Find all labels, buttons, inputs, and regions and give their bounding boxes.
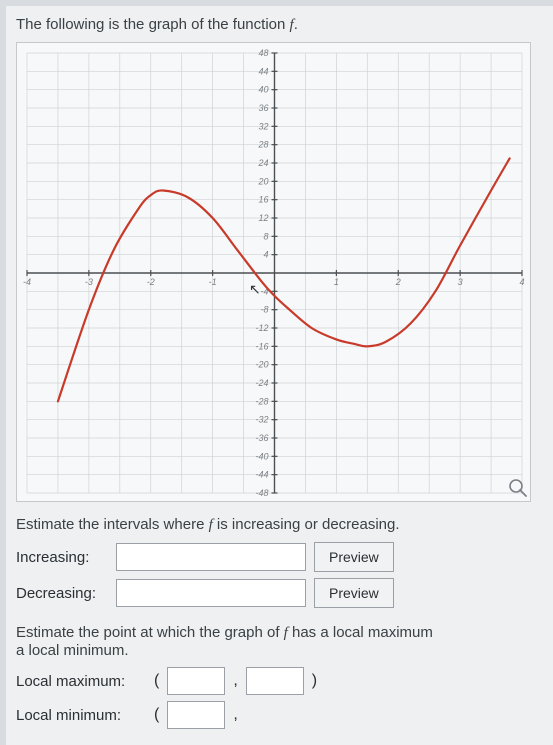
local-max-x-input[interactable] — [167, 667, 225, 695]
zoom-icon[interactable] — [510, 480, 526, 496]
function-graph: -4-3-2-11234-48-44-40-36-32-28-24-20-16-… — [16, 42, 531, 502]
prompt-text-post: . — [294, 16, 298, 33]
svg-text:20: 20 — [257, 176, 268, 186]
extrema-text-line2: a local minimum. — [16, 642, 129, 659]
svg-text:-36: -36 — [255, 433, 268, 443]
local-max-row: Local maximum: ( , ) — [16, 667, 549, 695]
local-min-x-input[interactable] — [167, 701, 225, 729]
svg-text:4: 4 — [263, 250, 268, 260]
extrema-section: Estimate the point at which the graph of… — [16, 624, 549, 729]
svg-text:2: 2 — [395, 277, 401, 287]
comma-max: , — [233, 672, 237, 690]
svg-text:4: 4 — [519, 277, 524, 287]
svg-text:-24: -24 — [255, 378, 268, 388]
graph-prompt: The following is the graph of the functi… — [16, 16, 549, 34]
svg-text:24: 24 — [257, 158, 268, 168]
decreasing-label: Decreasing: — [16, 585, 108, 602]
svg-text:8: 8 — [263, 231, 268, 241]
rparen-max: ) — [312, 672, 317, 690]
decreasing-input[interactable] — [116, 579, 306, 607]
svg-text:40: 40 — [258, 85, 268, 95]
worksheet-page: The following is the graph of the functi… — [6, 6, 553, 745]
local-max-label: Local maximum: — [16, 673, 146, 690]
intervals-text-pre: Estimate the intervals where — [16, 516, 209, 533]
svg-text:12: 12 — [258, 213, 268, 223]
svg-text:-4: -4 — [23, 277, 31, 287]
svg-text:-16: -16 — [255, 341, 268, 351]
svg-text:16: 16 — [258, 195, 268, 205]
svg-text:28: 28 — [257, 140, 268, 150]
local-min-label: Local minimum: — [16, 707, 146, 724]
svg-text:-1: -1 — [209, 277, 217, 287]
comma-min: , — [233, 706, 237, 724]
svg-text:36: 36 — [258, 103, 268, 113]
svg-text:48: 48 — [258, 48, 268, 58]
increasing-row: Increasing: Preview — [16, 542, 549, 572]
chart-svg: -4-3-2-11234-48-44-40-36-32-28-24-20-16-… — [17, 43, 532, 503]
intervals-question: Estimate the intervals where f is increa… — [16, 516, 549, 534]
local-max-y-input[interactable] — [246, 667, 304, 695]
svg-text:-2: -2 — [147, 277, 155, 287]
decreasing-row: Decreasing: Preview — [16, 578, 549, 608]
svg-text:-28: -28 — [255, 396, 268, 406]
intervals-text-post: is increasing or decreasing. — [213, 516, 400, 533]
svg-text:-20: -20 — [255, 360, 268, 370]
preview-button-decreasing[interactable]: Preview — [314, 578, 394, 608]
lparen-min: ( — [154, 706, 159, 724]
svg-text:-44: -44 — [255, 470, 268, 480]
svg-text:32: 32 — [258, 121, 268, 131]
extrema-text-pre: Estimate the point at which the graph of — [16, 624, 284, 641]
lparen-max: ( — [154, 672, 159, 690]
preview-button-increasing[interactable]: Preview — [314, 542, 394, 572]
svg-text:-40: -40 — [255, 451, 268, 461]
local-min-row: Local minimum: ( , — [16, 701, 549, 729]
increasing-label: Increasing: — [16, 549, 108, 566]
extrema-question: Estimate the point at which the graph of… — [16, 624, 549, 659]
prompt-text-pre: The following is the graph of the functi… — [16, 16, 290, 33]
svg-text:3: 3 — [458, 277, 463, 287]
svg-text:-12: -12 — [255, 323, 268, 333]
svg-text:-8: -8 — [260, 305, 268, 315]
svg-text:-3: -3 — [85, 277, 93, 287]
svg-text:44: 44 — [258, 66, 268, 76]
svg-text:1: 1 — [334, 277, 339, 287]
increasing-input[interactable] — [116, 543, 306, 571]
svg-text:-32: -32 — [255, 415, 268, 425]
extrema-text-post: has a local maximum — [288, 624, 433, 641]
svg-text:-48: -48 — [255, 488, 268, 498]
